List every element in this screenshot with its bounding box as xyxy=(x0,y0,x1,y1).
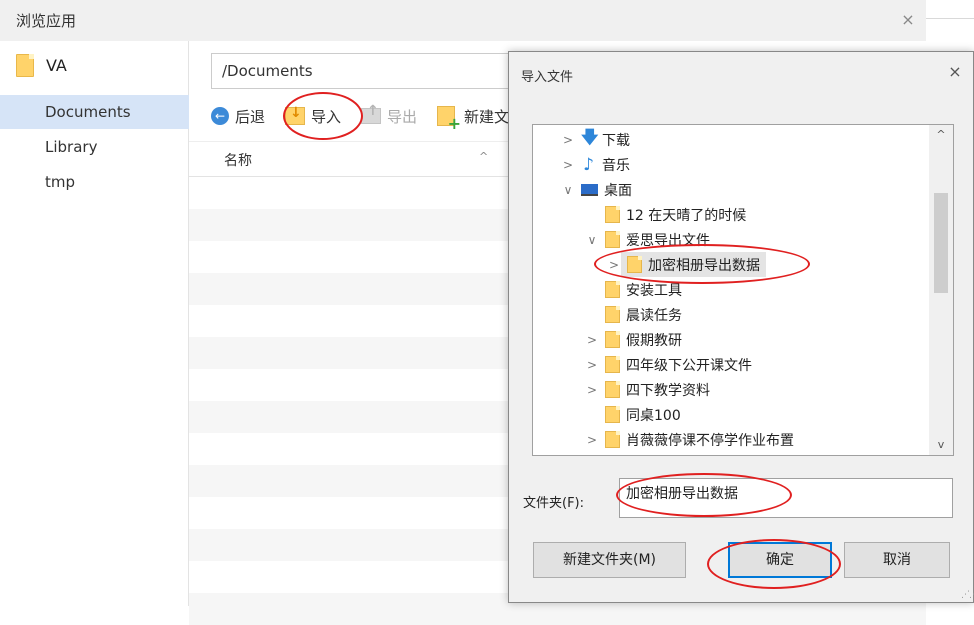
tree-item-music[interactable]: > ♪ 音乐 xyxy=(533,152,929,177)
export-label: 导出 xyxy=(387,107,418,126)
tree-item-folder[interactable]: > 假期教研 xyxy=(533,327,929,352)
desktop-icon xyxy=(581,183,598,196)
tree-item-folder[interactable]: > 四年级下公开课文件 xyxy=(533,352,929,377)
tree-item-label: 晨读任务 xyxy=(626,307,682,324)
tree-item-label: 音乐 xyxy=(602,157,630,174)
chevron-right-icon[interactable]: > xyxy=(561,133,575,147)
sidebar-root-label: VA xyxy=(46,55,67,75)
scroll-up-button[interactable]: ^ xyxy=(929,125,953,145)
app-close-button[interactable]: × xyxy=(898,10,918,30)
tree-item-label: 安装工具 xyxy=(626,282,682,299)
arrow-left-circle-icon: ← xyxy=(211,107,229,125)
tree-item-label: 四年级下公开课文件 xyxy=(626,357,752,374)
chevron-right-icon[interactable]: > xyxy=(585,433,599,447)
import-label: 导入 xyxy=(311,107,342,126)
tree-item-label: 肖薇薇停课不停学作业布置 xyxy=(626,432,794,449)
sidebar-item-documents[interactable]: Documents xyxy=(0,95,189,129)
folder-field-label: 文件夹(F): xyxy=(523,496,585,511)
chevron-right-icon[interactable]: > xyxy=(607,258,621,272)
folder-icon xyxy=(605,406,620,423)
chevron-down-icon[interactable]: ∨ xyxy=(561,183,575,197)
back-label: 后退 xyxy=(235,107,266,126)
folder-icon xyxy=(605,231,620,248)
music-icon: ♪ xyxy=(583,154,594,175)
tree-item-label: 12 在天晴了的时候 xyxy=(626,207,747,224)
tree-item-downloads[interactable]: > 🡇 下载 xyxy=(533,127,929,152)
folder-icon xyxy=(605,206,620,223)
tree-item-label: 桌面 xyxy=(604,182,632,199)
tree-item-selected-folder[interactable]: > 加密相册导出数据 xyxy=(533,252,929,277)
chevron-down-icon[interactable]: ∨ xyxy=(585,233,599,247)
path-field[interactable]: /Documents xyxy=(211,53,521,89)
tree-item-label: 加密相册导出数据 xyxy=(648,257,760,274)
sidebar-item-tmp[interactable]: tmp xyxy=(0,165,189,199)
app-titlebar: 浏览应用 xyxy=(0,0,926,41)
chevron-right-icon[interactable]: > xyxy=(585,358,599,372)
import-file-dialog: 导入文件 × > 🡇 下载 > ♪ 音乐 ∨ 桌面 12 在天晴了的时候 ∨ 爱… xyxy=(508,51,974,603)
tree-item-folder[interactable]: 同桌100 xyxy=(533,402,929,427)
dialog-close-button[interactable]: × xyxy=(945,62,965,82)
folder-import-icon xyxy=(285,105,306,125)
chevron-right-icon[interactable]: > xyxy=(585,383,599,397)
folder-name-input[interactable]: 加密相册导出数据 xyxy=(619,478,953,518)
sort-ascending-icon[interactable]: ^ xyxy=(479,150,488,163)
tree-item-folder[interactable]: > 四下教学资料 xyxy=(533,377,929,402)
folder-icon xyxy=(605,281,620,298)
folder-icon xyxy=(627,256,642,273)
tree-item-folder[interactable]: 12 在天晴了的时候 xyxy=(533,202,929,227)
sidebar-root-va[interactable]: VA xyxy=(0,41,189,89)
folder-icon xyxy=(605,356,620,373)
tree-item-label: 爱思导出文件 xyxy=(626,232,710,249)
folder-icon xyxy=(16,53,34,77)
new-folder-icon xyxy=(437,106,461,133)
sidebar-item-library[interactable]: Library xyxy=(0,130,189,164)
tree-scrollbar[interactable]: ^ v xyxy=(929,125,953,455)
folder-icon xyxy=(605,331,620,348)
tree-item-desktop[interactable]: ∨ 桌面 xyxy=(533,177,929,202)
chevron-right-icon[interactable]: > xyxy=(585,333,599,347)
import-button[interactable]: 导入 xyxy=(285,105,342,127)
new-button[interactable]: 新建文 xyxy=(437,106,510,133)
tree-item-label: 假期教研 xyxy=(626,332,682,349)
dialog-title: 导入文件 xyxy=(521,70,574,85)
toolbar: ← 后退 导入 导出 新建文 xyxy=(211,101,529,133)
resize-grip-icon[interactable]: ⋰⋰ xyxy=(961,590,974,600)
scrollbar-thumb[interactable] xyxy=(934,193,948,293)
folder-icon xyxy=(605,431,620,448)
download-icon: 🡇 xyxy=(581,128,599,148)
new-label: 新建文 xyxy=(464,107,510,126)
chevron-right-icon[interactable]: > xyxy=(561,158,575,172)
back-button[interactable]: ← 后退 xyxy=(211,106,265,127)
tree-item-folder[interactable]: 安装工具 xyxy=(533,277,929,302)
scroll-down-button[interactable]: v xyxy=(929,435,953,455)
app-title: 浏览应用 xyxy=(16,12,77,30)
column-name-header[interactable]: 名称 xyxy=(224,150,252,170)
tree-item-label: 下载 xyxy=(602,132,630,149)
selection-highlight: 加密相册导出数据 xyxy=(621,252,766,277)
tree-item-folder[interactable]: ∨ 爱思导出文件 xyxy=(533,227,929,252)
tree-item-folder[interactable]: 晨读任务 xyxy=(533,302,929,327)
folder-icon xyxy=(605,381,620,398)
export-button[interactable]: 导出 xyxy=(361,103,418,127)
new-folder-button[interactable]: 新建文件夹(M) xyxy=(533,542,686,578)
cancel-button[interactable]: 取消 xyxy=(844,542,950,578)
export-icon xyxy=(361,103,382,124)
folder-icon xyxy=(605,306,620,323)
tree-item-label: 同桌100 xyxy=(626,407,681,424)
sidebar: VA Documents Library tmp xyxy=(0,41,189,606)
folder-tree: > 🡇 下载 > ♪ 音乐 ∨ 桌面 12 在天晴了的时候 ∨ 爱思导出文件 > xyxy=(532,124,954,456)
tree-item-folder[interactable]: > 肖薇薇停课不停学作业布置 xyxy=(533,427,929,452)
tree-item-label: 四下教学资料 xyxy=(626,382,710,399)
ok-button[interactable]: 确定 xyxy=(728,542,832,578)
